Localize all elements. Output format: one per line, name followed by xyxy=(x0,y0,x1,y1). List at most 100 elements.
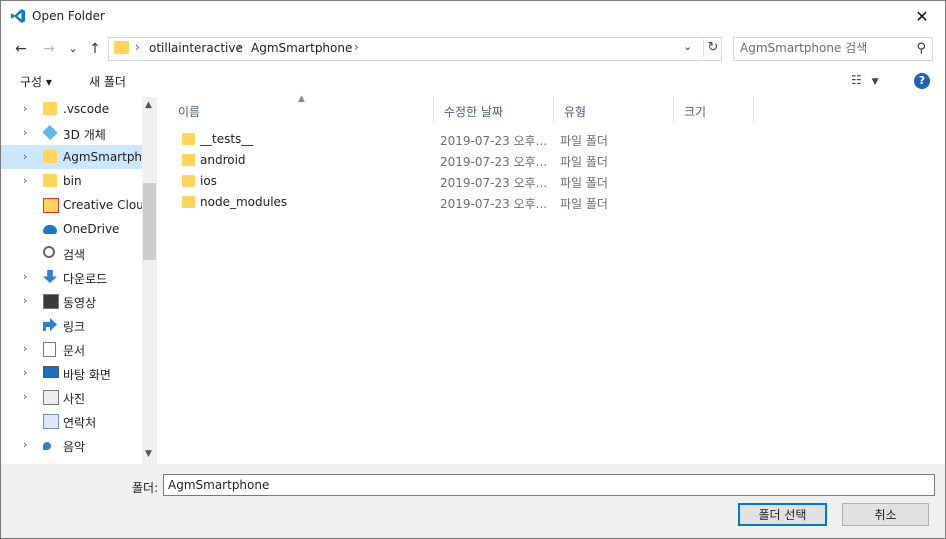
column-header-name[interactable]: 이름 xyxy=(168,97,434,123)
breadcrumb-otillainteractive[interactable]: otillainteractive xyxy=(149,41,243,55)
chevron-right-icon[interactable]: › xyxy=(23,438,27,451)
column-header-size[interactable]: 크기 xyxy=(674,97,754,123)
tree-item[interactable]: › bin xyxy=(1,169,142,193)
tree-item[interactable]: OneDrive xyxy=(1,217,142,241)
file-date: 2019-07-23 오후... xyxy=(440,176,548,190)
tree-item-label: 다운로드 xyxy=(63,272,108,286)
file-name: ios xyxy=(200,174,217,188)
tree-item[interactable]: › 음악 xyxy=(1,433,142,457)
close-button[interactable]: ✕ xyxy=(899,1,945,32)
picture-icon xyxy=(43,390,59,405)
search-icon[interactable]: ⚲ xyxy=(916,41,926,56)
video-icon xyxy=(43,294,59,309)
back-arrow-icon: ← xyxy=(15,41,27,57)
breadcrumb-separator: › xyxy=(135,40,140,54)
document-icon xyxy=(43,342,56,357)
column-header-date[interactable]: 수정한 날짜 xyxy=(434,97,554,123)
tree-item[interactable]: › .vscode xyxy=(1,97,142,121)
breadcrumb-separator: › xyxy=(354,40,359,54)
tree-item[interactable]: › 사진 xyxy=(1,385,142,409)
scrollbar-thumb[interactable] xyxy=(143,183,156,260)
column-date-label: 수정한 날짜 xyxy=(444,105,504,119)
tree-item-label: OneDrive xyxy=(63,222,120,236)
help-button[interactable]: ? xyxy=(914,73,930,89)
tree-item-label: 연락처 xyxy=(63,416,97,430)
tree-scrollbar[interactable]: ▲ ▼ xyxy=(142,97,157,464)
chevron-right-icon[interactable]: › xyxy=(23,150,27,163)
tree-item[interactable]: 연락처 xyxy=(1,409,142,433)
select-folder-button[interactable]: 폴더 선택 xyxy=(738,503,827,526)
tree-item[interactable]: › 바탕 화면 xyxy=(1,361,142,385)
file-name: node_modules xyxy=(200,195,288,209)
back-button[interactable]: ← xyxy=(11,39,31,59)
details-view-icon: ☷ xyxy=(851,73,862,87)
tree-item[interactable]: › 동영상 xyxy=(1,289,142,313)
forward-arrow-icon: → xyxy=(43,41,55,57)
chevron-right-icon[interactable]: › xyxy=(23,174,27,187)
file-row[interactable]: __tests__ 2019-07-23 오후... 파일 폴더 xyxy=(178,129,768,150)
command-bar: 구성 ▾ 새 폴더 ☷ ▼ ? xyxy=(1,66,945,97)
organize-button[interactable]: 구성 ▾ xyxy=(20,73,52,90)
tree-item-label: 링크 xyxy=(63,320,86,334)
column-divider[interactable] xyxy=(753,97,754,123)
search-input[interactable] xyxy=(740,40,900,56)
search-icon xyxy=(43,246,55,258)
dialog-footer: 폴더: 폴더 선택 취소 xyxy=(1,464,945,538)
recent-locations-button[interactable]: ⌄ xyxy=(63,39,83,59)
chevron-right-icon[interactable]: › xyxy=(23,366,27,379)
file-date: 2019-07-23 오후... xyxy=(440,134,548,148)
new-folder-button[interactable]: 새 폴더 xyxy=(89,73,126,90)
cancel-button[interactable]: 취소 xyxy=(842,503,929,526)
scroll-down-icon[interactable]: ▼ xyxy=(145,449,152,459)
folder-icon xyxy=(182,133,195,145)
tree-item[interactable]: › 문서 xyxy=(1,337,142,361)
address-bar[interactable]: › otillainteractive › AgmSmartphone › ⌄ … xyxy=(108,37,722,61)
up-button[interactable]: ↑ xyxy=(85,39,105,59)
title-bar: Open Folder ✕ xyxy=(1,1,945,32)
chevron-right-icon[interactable]: › xyxy=(23,126,27,139)
file-date: 2019-07-23 오후... xyxy=(440,197,548,211)
tree-item[interactable]: Creative Cloud xyxy=(1,193,151,217)
download-icon xyxy=(43,270,57,283)
tree-item-label: 사진 xyxy=(63,392,86,406)
tree-item[interactable]: 검색 xyxy=(1,241,142,265)
address-dropdown-icon[interactable]: ⌄ xyxy=(683,40,692,53)
folder-label: 폴더: xyxy=(132,481,159,495)
desktop-icon xyxy=(43,366,59,378)
scroll-up-icon[interactable]: ▲ xyxy=(145,100,152,110)
onedrive-icon xyxy=(43,225,57,234)
tree-item[interactable]: › 다운로드 xyxy=(1,265,142,289)
breadcrumb-agmsmartphone[interactable]: AgmSmartphone xyxy=(251,41,352,55)
creative-cloud-icon xyxy=(43,198,59,213)
file-type: 파일 폴더 xyxy=(560,197,608,211)
view-options-button[interactable]: ☷ ▼ xyxy=(851,73,879,87)
folder-icon xyxy=(182,196,195,208)
tree-item[interactable]: › AgmSmartphone xyxy=(1,145,157,169)
column-size-label: 크기 xyxy=(684,105,707,119)
navigation-pane: › .vscode › 3D 개체 › AgmSmartphone › bin Creative… xyxy=(1,97,157,464)
search-box[interactable]: ⚲ xyxy=(733,37,933,61)
chevron-right-icon[interactable]: › xyxy=(23,294,27,307)
tree-item[interactable]: › 3D 개체 xyxy=(1,121,142,145)
chevron-right-icon[interactable]: › xyxy=(23,390,27,403)
tree-item[interactable]: 링크 xyxy=(1,313,142,337)
column-header-type[interactable]: 유형 xyxy=(554,97,674,123)
forward-button[interactable]: → xyxy=(39,39,59,59)
file-row[interactable]: ios 2019-07-23 오후... 파일 폴더 xyxy=(178,171,768,192)
chevron-right-icon[interactable]: › xyxy=(23,342,27,355)
chevron-right-icon[interactable]: › xyxy=(23,102,27,115)
folder-name-input[interactable] xyxy=(163,474,935,496)
column-type-label: 유형 xyxy=(564,105,587,119)
folder-icon xyxy=(182,175,195,187)
file-type: 파일 폴더 xyxy=(560,155,608,169)
column-name-label: 이름 xyxy=(178,105,201,119)
chevron-down-icon: ▼ xyxy=(871,77,879,87)
file-row[interactable]: android 2019-07-23 오후... 파일 폴더 xyxy=(178,150,768,171)
file-name: __tests__ xyxy=(200,132,254,146)
tree-item-label: 문서 xyxy=(63,344,86,358)
link-icon xyxy=(43,318,57,331)
folder-icon xyxy=(43,102,57,115)
file-row[interactable]: node_modules 2019-07-23 오후... 파일 폴더 xyxy=(178,192,768,213)
refresh-icon[interactable]: ↻ xyxy=(703,39,722,57)
chevron-right-icon[interactable]: › xyxy=(23,270,27,283)
